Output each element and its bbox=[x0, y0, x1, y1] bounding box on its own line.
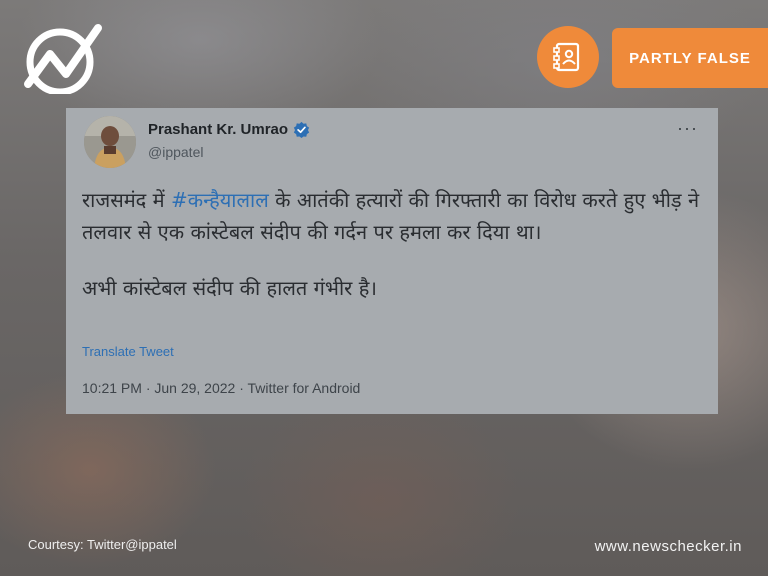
tweet-timestamp[interactable]: 10:21 PM · Jun 29, 2022 · Twitter for An… bbox=[82, 380, 360, 396]
tweet-card: Prashant Kr. Umrao @ippatel ··· राजसमंद … bbox=[66, 108, 718, 414]
site-url: www.newschecker.in bbox=[594, 538, 742, 555]
tweet-paragraph-2: अभी कांस्टेबल संदीप की हालत गंभीर है। bbox=[82, 276, 377, 300]
tweet-text: राजसमंद में #कन्हैयालाल के आतंकी हत्यारो… bbox=[82, 184, 707, 304]
verdict-label: PARTLY FALSE bbox=[629, 49, 751, 67]
verdict-badge: PARTLY FALSE bbox=[612, 28, 768, 88]
fact-check-document-icon bbox=[537, 26, 599, 88]
more-options-icon[interactable]: ··· bbox=[677, 118, 698, 139]
courtesy-credit: Courtesy: Twitter@ippatel bbox=[28, 537, 177, 552]
avatar[interactable] bbox=[84, 116, 136, 168]
hashtag-link[interactable]: #कन्हैयालाल bbox=[171, 188, 269, 212]
author-handle[interactable]: @ippatel bbox=[148, 144, 203, 160]
translate-tweet-link[interactable]: Translate Tweet bbox=[82, 344, 174, 359]
verified-badge-icon bbox=[293, 121, 310, 138]
author-name[interactable]: Prashant Kr. Umrao bbox=[148, 121, 310, 138]
tweet-text-pre: राजसमंद में bbox=[82, 188, 171, 212]
newschecker-logo-icon bbox=[22, 22, 104, 96]
tweet-paragraph-1: राजसमंद में #कन्हैयालाल के आतंकी हत्यारो… bbox=[82, 184, 707, 248]
